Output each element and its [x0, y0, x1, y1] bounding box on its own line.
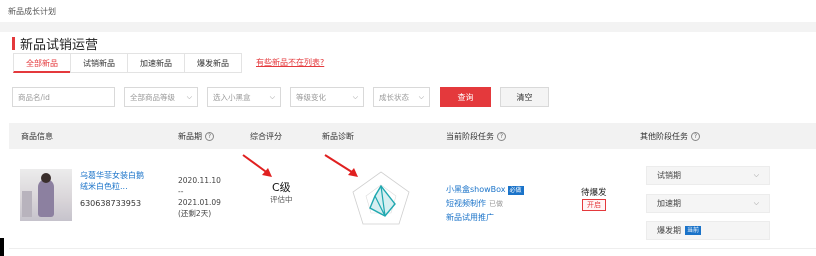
- chevron-down-icon: ⌵: [753, 171, 759, 179]
- header-current-task: 当前阶段任务 ?: [446, 131, 506, 142]
- product-id: 630638733953: [80, 199, 142, 208]
- help-icon[interactable]: ?: [497, 132, 506, 141]
- product-title-link[interactable]: 乌葛华菲女装白鹅绒米白色粒...: [80, 170, 150, 192]
- help-icon[interactable]: ?: [691, 132, 700, 141]
- task-short-video-link[interactable]: 短视频制作: [446, 197, 486, 211]
- header-other-tasks-label: 其他阶段任务: [640, 132, 688, 141]
- header-product-info: 商品信息: [21, 132, 53, 141]
- section-title: 新品试销运营: [12, 34, 98, 53]
- clear-button[interactable]: 清空: [500, 87, 549, 107]
- stage-burst-item[interactable]: 爆发期 当前: [646, 221, 770, 240]
- header-divider: [0, 22, 816, 32]
- product-thumbnail[interactable]: [20, 169, 72, 221]
- blackbox-select[interactable]: 选入小黑盒 ⌵: [207, 87, 281, 107]
- thumbnail-side-figure: [22, 191, 32, 217]
- red-arrow-icon: [242, 154, 272, 177]
- header-overall-rating: 综合评分: [250, 132, 282, 141]
- grade-change-select[interactable]: 等级变化 ⌵: [290, 87, 364, 107]
- stage-label: 加速期: [657, 199, 681, 208]
- period-start: 2020.11.10: [178, 176, 221, 185]
- product-search-placeholder: 商品名/id: [18, 92, 50, 102]
- breadcrumb: 新品成长计划: [8, 7, 56, 16]
- header-other-tasks: 其他阶段任务 ?: [640, 131, 700, 142]
- chevron-down-icon: ⌵: [418, 92, 424, 101]
- tab-all-products[interactable]: 全部新品: [13, 53, 70, 73]
- current-task-list: 小黑盒showBox 必做 短视频制作 已做 新品试用推广: [446, 183, 524, 225]
- task-trial-promo-link[interactable]: 新品试用推广: [446, 211, 494, 225]
- growth-status-select[interactable]: 成长状态 ⌵: [373, 87, 430, 107]
- grade-value: C级: [272, 181, 291, 194]
- thumbnail-model-body: [38, 179, 54, 217]
- new-period-range: 2020.11.10 -- 2021.01.09 (还剩2天): [178, 175, 221, 219]
- section-title-text: 新品试销运营: [20, 38, 99, 53]
- header-current-task-label: 当前阶段任务: [446, 132, 494, 141]
- query-button[interactable]: 查询: [440, 87, 491, 107]
- growth-status-placeholder: 成长状态: [379, 92, 409, 102]
- open-button[interactable]: 开启: [582, 199, 606, 211]
- product-search-input[interactable]: 商品名/id: [12, 87, 115, 107]
- pending-burst-label: 待爆发: [581, 188, 607, 198]
- done-status: 已做: [489, 200, 503, 208]
- task-showbox-link[interactable]: 小黑盒showBox: [446, 183, 506, 197]
- diagnosis-radar-chart[interactable]: [345, 168, 417, 230]
- header-new-period-label: 新品期: [178, 132, 202, 141]
- table-header: 商品信息 新品期 ? 综合评分 新品诊断 当前阶段任务 ? 其他阶段任务 ?: [9, 123, 816, 149]
- stage-label: 爆发期: [657, 226, 681, 235]
- current-badge: 当前: [685, 226, 702, 235]
- header-diagnosis: 新品诊断: [322, 132, 354, 141]
- grade-change-placeholder: 等级变化: [296, 92, 326, 102]
- header-new-period: 新品期 ?: [178, 131, 214, 142]
- product-level-placeholder: 全部商品等级: [130, 92, 175, 102]
- missing-products-link[interactable]: 有些新品不在列表?: [256, 53, 324, 73]
- period-end: 2021.01.09: [178, 198, 221, 207]
- tab-accelerate-products[interactable]: 加速新品: [127, 53, 184, 73]
- thumbnail-model-head: [41, 173, 51, 183]
- period-remaining: (还剩2天): [178, 209, 212, 218]
- chevron-down-icon: ⌵: [352, 92, 358, 101]
- chevron-down-icon: ⌵: [269, 92, 275, 101]
- table-row: 乌葛华菲女装白鹅绒米白色粒... 630638733953 2020.11.10…: [9, 153, 816, 249]
- edge-marker: [0, 238, 4, 256]
- help-icon[interactable]: ?: [205, 132, 214, 141]
- tab-burst-products[interactable]: 爆发新品: [184, 53, 242, 73]
- stage-label: 试销期: [657, 171, 681, 180]
- chevron-down-icon: ⌵: [753, 199, 759, 207]
- tab-trial-products[interactable]: 试销新品: [70, 53, 127, 73]
- task-item: 新品试用推广: [446, 211, 524, 225]
- task-item: 短视频制作 已做: [446, 197, 524, 211]
- tab-bar: 全部新品 试销新品 加速新品 爆发新品 有些新品不在列表?: [13, 53, 324, 73]
- filter-bar: 商品名/id 全部商品等级 ⌵ 选入小黑盒 ⌵ 等级变化 ⌵ 成长状态 ⌵ 查询…: [12, 87, 549, 107]
- blackbox-placeholder: 选入小黑盒: [213, 92, 251, 102]
- product-level-select[interactable]: 全部商品等级 ⌵: [124, 87, 198, 107]
- chevron-down-icon: ⌵: [186, 92, 192, 101]
- stage-accelerate-dropdown[interactable]: 加速期 ⌵: [646, 194, 770, 213]
- period-separator: --: [178, 187, 184, 196]
- grade-status: 评估中: [270, 195, 293, 204]
- required-badge: 必做: [507, 185, 524, 195]
- title-accent-bar: [12, 37, 15, 50]
- stage-trial-dropdown[interactable]: 试销期 ⌵: [646, 166, 770, 185]
- task-item: 小黑盒showBox 必做: [446, 183, 524, 197]
